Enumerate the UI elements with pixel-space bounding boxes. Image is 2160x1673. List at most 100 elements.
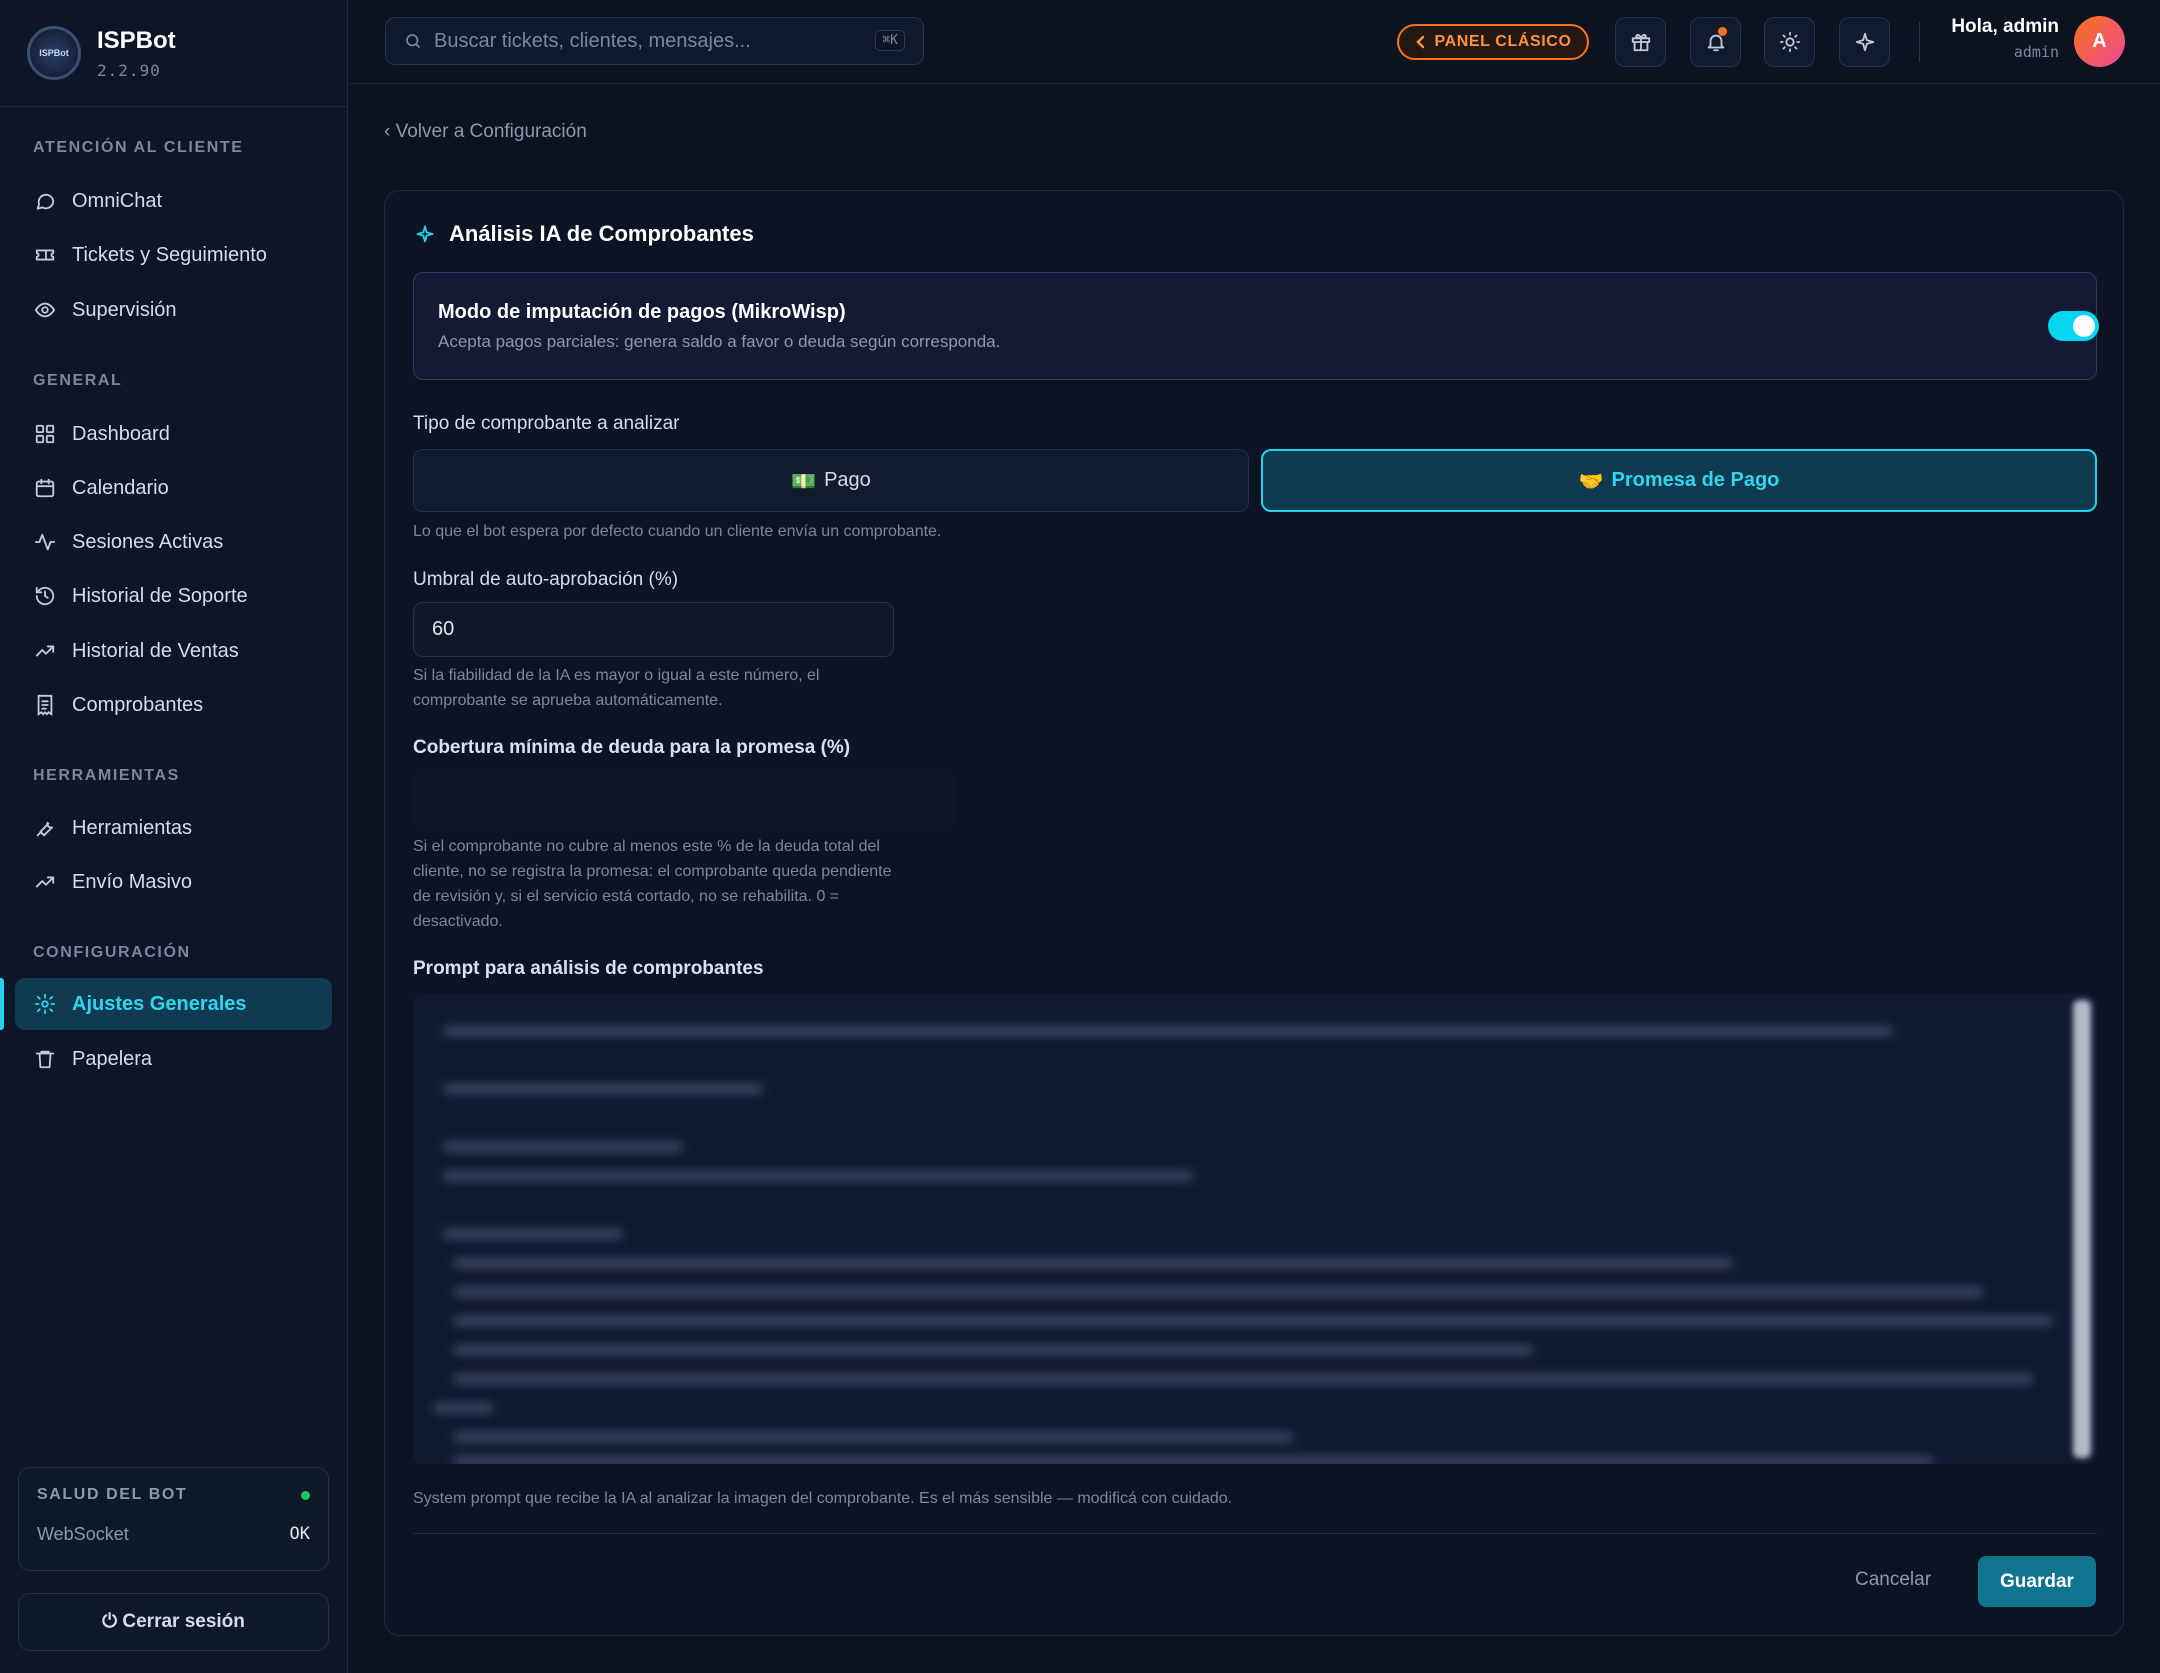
sidebar-item-historial-ventas[interactable]: Historial de Ventas bbox=[15, 625, 332, 677]
sidebar-item-dashboard[interactable]: Dashboard bbox=[15, 408, 332, 460]
handshake-icon: 🤝 bbox=[1578, 468, 1604, 493]
receipt-type-hint: Lo que el bot espera por defecto cuando … bbox=[413, 523, 942, 540]
receipt-type-option-pago[interactable]: 💵 Pago bbox=[413, 449, 1249, 512]
theme-toggle-button[interactable] bbox=[1764, 17, 1815, 67]
sidebar-item-label: OmniChat bbox=[72, 189, 163, 212]
wrench-icon bbox=[33, 816, 57, 840]
ticket-icon bbox=[33, 243, 57, 267]
card-title: Análisis IA de Comprobantes bbox=[449, 221, 754, 246]
section-label-configuracion: CONFIGURACIÓN bbox=[33, 944, 191, 961]
sidebar-item-label: Papelera bbox=[72, 1047, 153, 1070]
hint-line: de revisión y, si el servicio está corta… bbox=[413, 888, 840, 905]
classic-panel-label: PANEL CLÁSICO bbox=[1434, 33, 1572, 50]
coverage-input[interactable] bbox=[413, 773, 953, 828]
search-input[interactable]: Buscar tickets, clientes, mensajes... ⌘K bbox=[385, 17, 924, 65]
notification-badge bbox=[1718, 27, 1727, 36]
option-label: Promesa de Pago bbox=[1611, 469, 1780, 491]
sidebar-item-calendario[interactable]: Calendario bbox=[15, 462, 332, 514]
sidebar: ISPBot ISPBot 2.2.90 ATENCIÓN AL CLIENTE… bbox=[0, 0, 348, 1673]
sidebar-item-label: Dashboard bbox=[72, 422, 170, 445]
prompt-hint: System prompt que recibe la IA al analiz… bbox=[413, 1490, 1233, 1507]
health-title: SALUD DEL BOT bbox=[37, 1486, 188, 1503]
sidebar-item-omnichat[interactable]: OmniChat bbox=[15, 175, 332, 227]
sidebar-item-supervision[interactable]: Supervisión bbox=[15, 284, 332, 336]
sidebar-item-papelera[interactable]: Papelera bbox=[15, 1033, 332, 1085]
app-version: 2.2.90 bbox=[97, 60, 161, 80]
back-to-settings-link[interactable]: ‹ Volver a Configuración bbox=[384, 121, 587, 143]
receipt-type-label: Tipo de comprobante a analizar bbox=[413, 413, 680, 434]
sidebar-item-label: Historial de Ventas bbox=[72, 639, 239, 662]
app-name: ISPBot bbox=[97, 26, 176, 54]
threshold-hint: Si la fiabilidad de la IA es mayor o igu… bbox=[413, 663, 819, 713]
notifications-button[interactable] bbox=[1690, 17, 1741, 67]
sidebar-item-label: Sesiones Activas bbox=[72, 530, 224, 553]
prompt-scrollbar[interactable] bbox=[2073, 1000, 2091, 1458]
toggle-knob bbox=[2073, 315, 2095, 337]
chevron-left-icon bbox=[1415, 35, 1427, 49]
coverage-label: Cobertura mínima de deuda para la promes… bbox=[413, 737, 851, 758]
hint-line: Si el comprobante no cubre al menos este… bbox=[413, 838, 880, 855]
payment-mode-description: Acepta pagos parciales: genera saldo a f… bbox=[438, 332, 1001, 351]
sidebar-item-comprobantes[interactable]: Comprobantes bbox=[15, 679, 332, 731]
search-shortcut: ⌘K bbox=[875, 30, 905, 51]
gift-icon bbox=[1630, 31, 1652, 53]
avatar[interactable]: A bbox=[2074, 16, 2125, 67]
gear-icon bbox=[33, 992, 57, 1016]
threshold-value: 60 bbox=[432, 618, 455, 640]
sidebar-item-tickets[interactable]: Tickets y Seguimiento bbox=[15, 229, 332, 281]
trash-icon bbox=[33, 1047, 57, 1071]
sidebar-item-envio-masivo[interactable]: Envío Masivo bbox=[15, 856, 332, 908]
save-button[interactable]: Guardar bbox=[1978, 1556, 2096, 1607]
sidebar-item-historial-soporte[interactable]: Historial de Soporte bbox=[15, 570, 332, 622]
activity-icon bbox=[33, 530, 57, 554]
payment-mode-toggle[interactable] bbox=[2048, 311, 2099, 341]
prompt-textarea[interactable] bbox=[413, 994, 2097, 1464]
sidebar-item-label: Historial de Soporte bbox=[72, 584, 248, 607]
hint-line: cliente, no se registra la promesa: el c… bbox=[413, 863, 892, 880]
topbar-divider bbox=[1919, 22, 1920, 62]
brand[interactable]: ISPBot ISPBot 2.2.90 bbox=[0, 0, 347, 107]
trending-up-icon bbox=[33, 639, 57, 663]
cancel-button[interactable]: Cancelar bbox=[1855, 1569, 1931, 1591]
prompt-blurred-content bbox=[413, 994, 2097, 1464]
sparkle-icon bbox=[415, 224, 435, 244]
trending-up-icon bbox=[33, 870, 57, 894]
sparkle-icon bbox=[1854, 31, 1876, 53]
card-header: Análisis IA de Comprobantes bbox=[415, 221, 754, 247]
sidebar-item-label: Envío Masivo bbox=[72, 870, 193, 893]
receipt-type-option-promesa[interactable]: 🤝 Promesa de Pago bbox=[1261, 449, 2097, 512]
payment-mode-title: Modo de imputación de pagos (MikroWisp) bbox=[438, 301, 846, 323]
classic-panel-button[interactable]: PANEL CLÁSICO bbox=[1397, 24, 1589, 60]
user-info[interactable]: Hola, admin admin bbox=[1949, 16, 2059, 61]
status-dot bbox=[301, 1490, 310, 1500]
hint-line: Si la fiabilidad de la IA es mayor o igu… bbox=[413, 667, 820, 684]
search-icon bbox=[404, 32, 422, 50]
user-greeting: Hola, admin bbox=[1951, 16, 2059, 37]
eye-icon bbox=[33, 298, 57, 322]
receipt-ai-analysis-card: Análisis IA de Comprobantes Modo de impu… bbox=[384, 190, 2124, 1636]
sidebar-item-sesiones[interactable]: Sesiones Activas bbox=[15, 516, 332, 568]
sidebar-item-label: Ajustes Generales bbox=[72, 992, 247, 1015]
grid-icon bbox=[33, 422, 57, 446]
sidebar-item-label: Comprobantes bbox=[72, 693, 204, 716]
card-divider bbox=[413, 1533, 2097, 1534]
receipt-icon bbox=[33, 693, 57, 717]
sidebar-item-label: Herramientas bbox=[72, 816, 193, 839]
active-indicator bbox=[0, 978, 4, 1030]
topbar: Buscar tickets, clientes, mensajes... ⌘K… bbox=[349, 0, 2160, 84]
section-label-atencion: ATENCIÓN AL CLIENTE bbox=[33, 139, 244, 156]
hint-line: desactivado. bbox=[413, 913, 503, 930]
sidebar-item-herramientas[interactable]: Herramientas bbox=[15, 802, 332, 854]
coverage-hint: Si el comprobante no cubre al menos este… bbox=[413, 834, 892, 934]
section-label-herramientas: HERRAMIENTAS bbox=[33, 767, 180, 784]
ai-assistant-button[interactable] bbox=[1839, 17, 1890, 67]
threshold-input[interactable]: 60 bbox=[413, 602, 894, 657]
sun-icon bbox=[1779, 31, 1801, 53]
section-label-general: GENERAL bbox=[33, 372, 123, 389]
gift-button[interactable] bbox=[1615, 17, 1666, 67]
prompt-label: Prompt para análisis de comprobantes bbox=[413, 958, 764, 979]
sidebar-item-label: Tickets y Seguimiento bbox=[72, 243, 267, 266]
sidebar-item-ajustes-generales[interactable]: Ajustes Generales bbox=[15, 978, 332, 1030]
logout-button[interactable]: ⏻ Cerrar sesión bbox=[18, 1593, 329, 1651]
user-role: admin bbox=[2013, 43, 2059, 61]
